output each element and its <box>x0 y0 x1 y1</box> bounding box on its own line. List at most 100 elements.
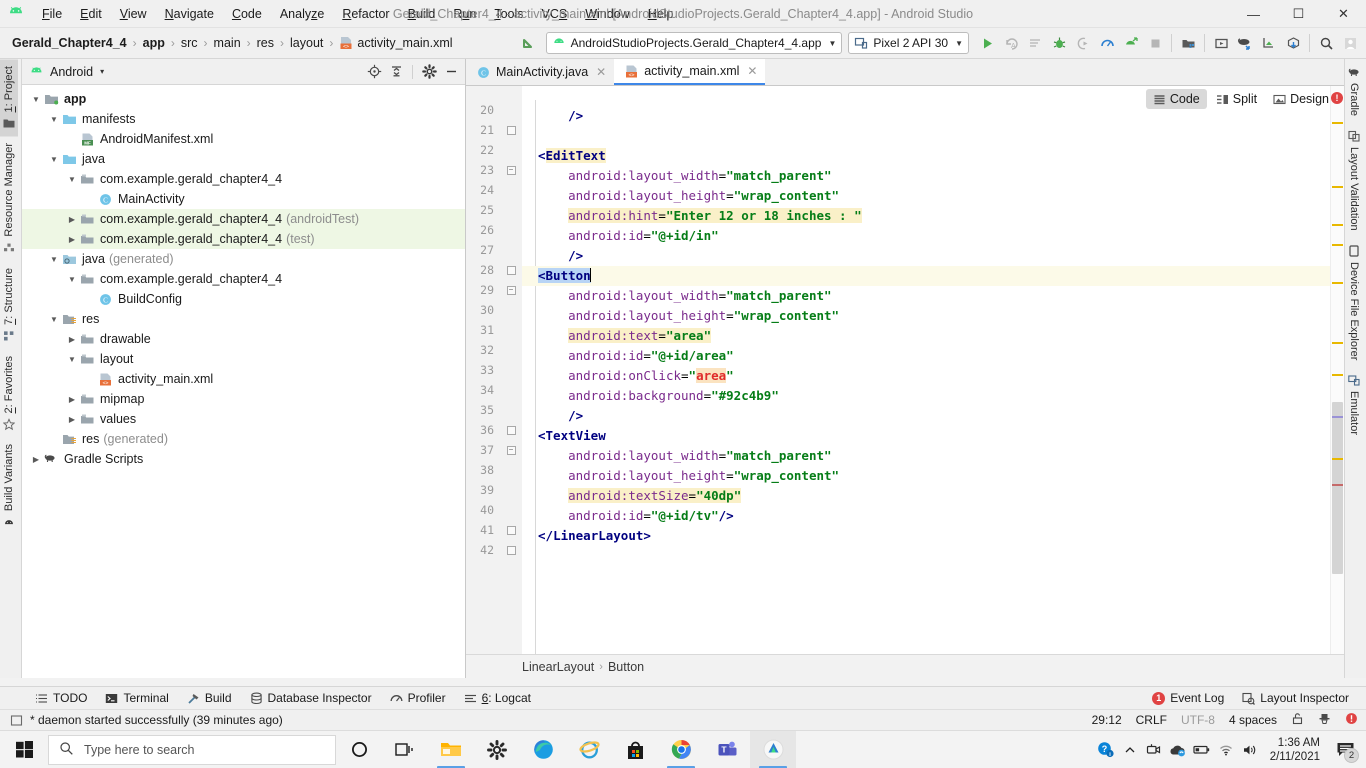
microsoft-edge-icon[interactable] <box>520 731 566 768</box>
menu-item-window[interactable]: Window <box>576 3 638 25</box>
error-stripe-mark[interactable] <box>1332 282 1343 284</box>
twisty-collapsed-icon[interactable]: ▶ <box>66 233 78 245</box>
code-text[interactable]: /> <EditText android:layout_width="match_… <box>522 86 1330 654</box>
tool-tab-layout-validation[interactable]: Layout Validation <box>1345 123 1363 238</box>
fold-expanded-icon[interactable]: − <box>506 445 516 455</box>
cortana-icon[interactable] <box>336 731 382 768</box>
tool-window-6-logcat[interactable]: 6: Logcat <box>455 689 540 707</box>
menu-item-file[interactable]: File <box>33 3 71 25</box>
fold-end-icon[interactable] <box>506 425 516 435</box>
fold-end-icon[interactable] <box>506 525 516 535</box>
file-encoding[interactable]: UTF-8 <box>1181 713 1215 727</box>
google-chrome-icon[interactable] <box>658 731 704 768</box>
tool-tab-emulator[interactable]: Emulator <box>1345 367 1363 442</box>
onedrive-icon[interactable] <box>1166 731 1190 768</box>
stop-icon[interactable] <box>1143 31 1167 55</box>
layout-inspector-icon[interactable] <box>1257 31 1281 55</box>
editor-mode-code[interactable]: Code <box>1145 89 1207 109</box>
profiler-icon[interactable] <box>1095 31 1119 55</box>
menu-item-view[interactable]: View <box>111 3 156 25</box>
error-stripe-mark[interactable] <box>1332 374 1343 376</box>
breadcrumb-item-6[interactable]: <> activity_main.xml <box>335 34 456 52</box>
settings-gear-icon[interactable] <box>474 731 520 768</box>
attach-debugger-icon[interactable] <box>1071 31 1095 55</box>
close-icon[interactable]: ✕ <box>747 64 757 78</box>
editor-tab-mainactivity-java[interactable]: C MainActivity.java ✕ <box>466 59 614 85</box>
error-stripe-mark[interactable] <box>1332 416 1343 418</box>
breadcrumb-item-2[interactable]: src <box>177 34 202 52</box>
tree-node-mipmap[interactable]: ▶ mipmap <box>22 389 465 409</box>
error-stripe-mark[interactable] <box>1332 342 1343 344</box>
menu-item-tools[interactable]: Tools <box>485 3 532 25</box>
error-stripe-mark[interactable] <box>1332 458 1343 460</box>
settings-gear-icon[interactable] <box>419 62 439 82</box>
windows-start-icon[interactable] <box>0 731 48 768</box>
error-stripe-mark[interactable] <box>1332 186 1343 188</box>
user-account-icon[interactable] <box>1338 31 1362 55</box>
taskbar-clock[interactable]: 1:36 AM 2/11/2021 <box>1262 736 1328 764</box>
twisty-collapsed-icon[interactable]: ▶ <box>66 213 78 225</box>
menu-item-navigate[interactable]: Navigate <box>156 3 223 25</box>
twisty-expanded-icon[interactable]: ▼ <box>66 353 78 365</box>
tree-node-androidmanifest-xml[interactable]: MF AndroidManifest.xml <box>22 129 465 149</box>
menu-item-help[interactable]: Help <box>639 3 683 25</box>
internet-explorer-icon[interactable] <box>566 731 612 768</box>
breadcrumb-item-0[interactable]: Gerald_Chapter4_4 <box>8 34 131 52</box>
volume-icon[interactable] <box>1238 731 1262 768</box>
twisty-collapsed-icon[interactable]: ▶ <box>66 333 78 345</box>
run-instant-icon[interactable] <box>1119 31 1143 55</box>
twisty-collapsed-icon[interactable]: ▶ <box>30 453 42 465</box>
tool-tab-build-variants[interactable]: Build Variants <box>0 437 18 535</box>
menu-item-edit[interactable]: Edit <box>71 3 111 25</box>
tree-node-app[interactable]: ▼ app <box>22 89 465 109</box>
tool-tab-gradle[interactable]: Gradle <box>1345 59 1363 123</box>
tree-node-layout[interactable]: ▼ layout <box>22 349 465 369</box>
sdk-manager-icon[interactable] <box>1176 31 1200 55</box>
fold-end-icon[interactable] <box>506 265 516 275</box>
tool-tab-1-project[interactable]: 1: Project <box>0 59 18 137</box>
apply-code-changes-icon[interactable] <box>1023 31 1047 55</box>
tree-node-buildconfig[interactable]: C BuildConfig <box>22 289 465 309</box>
tree-node-activity-main-xml[interactable]: <> activity_main.xml <box>22 369 465 389</box>
task-view-icon[interactable] <box>382 731 428 768</box>
tree-node-drawable[interactable]: ▶ drawable <box>22 329 465 349</box>
hide-icon[interactable] <box>441 62 461 82</box>
file-explorer-icon[interactable] <box>428 731 474 768</box>
menu-item-refactor[interactable]: Refactor <box>333 3 398 25</box>
editor-mode-split[interactable]: Split <box>1209 89 1264 109</box>
camera-icon[interactable] <box>1142 731 1166 768</box>
tool-tab-resource-manager[interactable]: Resource Manager <box>0 136 18 261</box>
code-folding-gutter[interactable]: − − − <box>500 86 522 654</box>
tool-window-database-inspector[interactable]: Database Inspector <box>241 689 381 707</box>
twisty-expanded-icon[interactable]: ▼ <box>30 93 42 105</box>
tree-node-gradle-scripts[interactable]: ▶ Gradle Scripts <box>22 449 465 469</box>
fold-expanded-icon[interactable]: − <box>506 165 516 175</box>
sync-gradle-icon[interactable] <box>1233 31 1257 55</box>
editor-breadcrumb-item[interactable]: LinearLayout <box>522 660 594 674</box>
unlock-icon[interactable] <box>1291 712 1304 728</box>
tool-window-profiler[interactable]: Profiler <box>381 689 455 707</box>
indent-setting[interactable]: 4 spaces <box>1229 713 1277 727</box>
breadcrumb-item-4[interactable]: res <box>253 34 278 52</box>
error-stripe-mark[interactable] <box>1332 484 1343 486</box>
editor-scrollbar-thumb[interactable] <box>1332 402 1343 574</box>
minimize-button[interactable]: — <box>1231 0 1276 28</box>
twisty-collapsed-icon[interactable]: ▶ <box>66 393 78 405</box>
tree-node-com-example-gerald-chapter4-4[interactable]: ▶ com.example.gerald_chapter4_4 (test) <box>22 229 465 249</box>
close-icon[interactable]: ✕ <box>596 65 606 79</box>
taskbar-search-input[interactable]: Type here to search <box>48 734 336 765</box>
twisty-expanded-icon[interactable]: ▼ <box>48 153 60 165</box>
tree-node-java[interactable]: ▼ java <box>22 149 465 169</box>
tool-window-layout-inspector[interactable]: Layout Inspector <box>1233 689 1358 707</box>
maximize-button[interactable]: ☐ <box>1276 0 1321 28</box>
locate-icon[interactable] <box>364 62 384 82</box>
error-stripe-mark[interactable] <box>1332 244 1343 246</box>
fold-expanded-icon[interactable]: − <box>506 285 516 295</box>
chevron-down-icon[interactable]: ▾ <box>100 67 104 76</box>
menu-item-vcs[interactable]: VCS <box>533 3 577 25</box>
debug-icon[interactable] <box>1047 31 1071 55</box>
inspection-hat-icon[interactable] <box>1318 712 1331 728</box>
line-separator[interactable]: CRLF <box>1136 713 1167 727</box>
tool-tab-device-file-explorer[interactable]: Device File Explorer <box>1345 238 1363 367</box>
tree-node-values[interactable]: ▶ values <box>22 409 465 429</box>
